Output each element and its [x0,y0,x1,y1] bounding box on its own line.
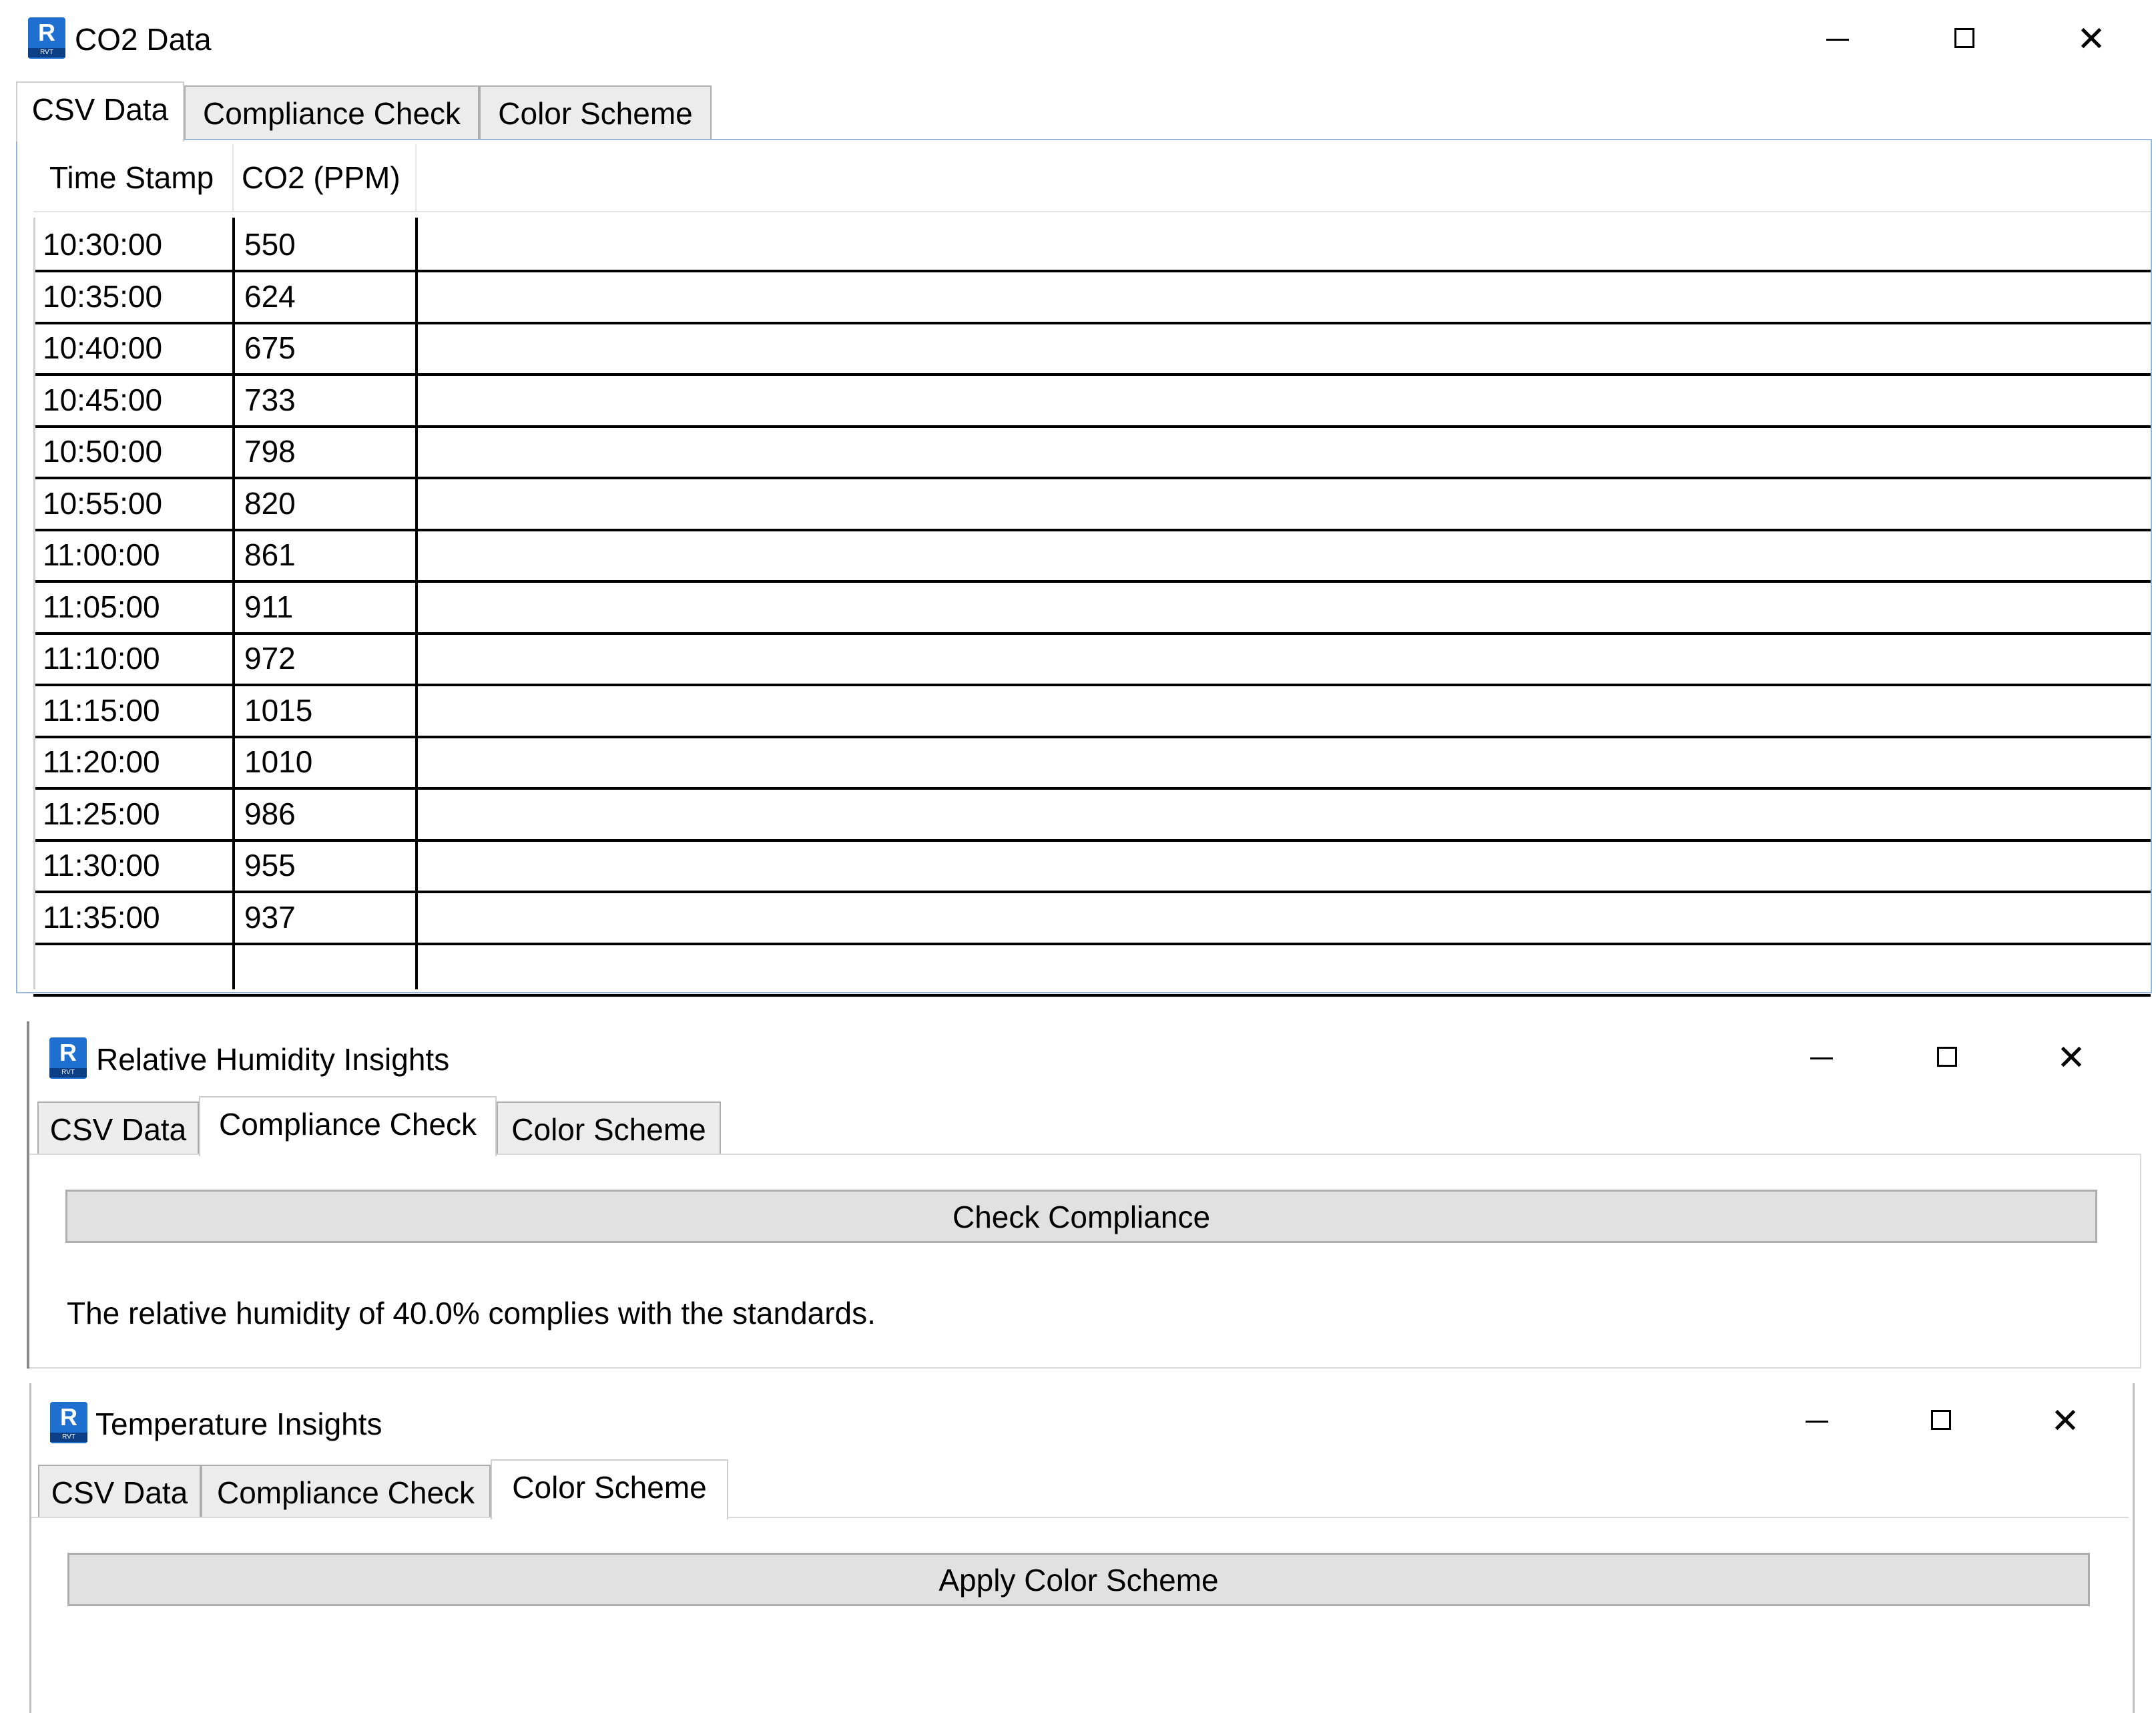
humidity-window: R RVT Relative Humidity Insights ✕ CSV Da… [27,1021,2145,1369]
tab-compliance-check[interactable]: Compliance Check [199,1096,497,1156]
grid-header: Time Stamp CO2 (PPM) [33,144,2151,212]
cell-time-stamp[interactable]: 10:50:00 [33,425,232,477]
table-row[interactable]: 10:55:00 820 [33,477,2151,531]
minimize-icon [1806,1421,1828,1423]
cell-co2-ppm[interactable]: 1015 [235,684,415,736]
cell-co2-ppm[interactable]: 550 [235,218,415,270]
table-row[interactable]: 11:20:00 1010 [33,735,2151,790]
cell-time-stamp[interactable]: 11:25:00 [33,787,232,839]
cell-co2-ppm[interactable]: 820 [235,477,415,529]
maximize-button[interactable] [1924,1035,1970,1081]
cell-time-stamp[interactable]: 11:15:00 [33,684,232,736]
column-divider [33,218,35,989]
compliance-result-message: The relative humidity of 40.0% complies … [67,1296,876,1330]
cell-co2-ppm[interactable]: 937 [235,891,415,943]
cell-time-stamp[interactable]: 10:30:00 [33,218,232,270]
table-row[interactable]: 11:10:00 972 [33,632,2151,686]
co2-title-bar[interactable]: R RVT CO2 Data ✕ [0,0,2156,73]
cell-co2-ppm[interactable]: 955 [235,838,415,891]
close-button[interactable]: ✕ [2042,1398,2089,1445]
table-row[interactable]: 11:15:00 1015 [33,684,2151,738]
minimize-icon [1826,39,1849,41]
tab-color-scheme[interactable]: Color Scheme [491,1459,728,1519]
tab-csv-data[interactable]: CSV Data [16,81,184,142]
maximize-button[interactable] [1918,1398,1964,1445]
cell-co2-ppm[interactable]: 798 [235,425,415,477]
column-header-time-stamp[interactable]: Time Stamp [33,144,234,211]
cell-time-stamp[interactable]: 10:40:00 [33,321,232,373]
window-title: Relative Humidity Insights [96,1042,450,1077]
cell-co2-ppm[interactable]: 1010 [235,735,415,787]
table-row[interactable] [33,942,2151,997]
table-row[interactable]: 10:30:00 550 [33,218,2151,272]
revit-app-icon: R RVT [50,1402,87,1443]
cell-co2-ppm[interactable]: 861 [235,528,415,580]
cell-co2-ppm[interactable]: 972 [235,632,415,684]
tab-color-scheme[interactable]: Color Scheme [497,1102,721,1155]
tab-compliance-check[interactable]: Compliance Check [201,1465,491,1518]
table-row[interactable]: 11:05:00 911 [33,580,2151,635]
minimize-button[interactable] [1794,1398,1840,1445]
table-row[interactable]: 11:00:00 861 [33,528,2151,583]
cell-co2-ppm[interactable]: 624 [235,270,415,322]
grid-rows: 10:30:00 550 10:35:00 624 10:40:00 675 10:45:0… [33,218,2151,997]
window-title: CO2 Data [75,22,212,57]
close-icon: ✕ [2077,19,2106,59]
cell-co2-ppm[interactable]: 733 [235,373,415,425]
minimize-icon [1810,1057,1833,1059]
table-row[interactable]: 11:30:00 955 [33,838,2151,893]
revit-app-icon: R RVT [49,1037,87,1079]
cell-co2-ppm[interactable] [235,942,415,994]
apply-color-scheme-button[interactable]: Apply Color Scheme [67,1553,2090,1606]
close-button[interactable]: ✕ [2068,16,2115,63]
minimize-button[interactable] [1798,1035,1845,1081]
cell-time-stamp[interactable] [33,942,232,994]
cell-time-stamp[interactable]: 11:10:00 [33,632,232,684]
column-header-co2-ppm[interactable]: CO2 (PPM) [234,144,417,211]
tab-csv-data[interactable]: CSV Data [38,1465,201,1518]
close-icon: ✕ [2051,1401,2080,1441]
cell-co2-ppm[interactable]: 675 [235,321,415,373]
minimize-button[interactable] [1814,16,1861,63]
cell-co2-ppm[interactable]: 911 [235,580,415,632]
temperature-window: R RVT Temperature Insights ✕ CSV Data Com… [29,1383,2135,1713]
co2-data-window: R RVT CO2 Data ✕ CSV Data Compliance Chec… [0,0,2156,1008]
column-divider [232,218,235,989]
check-compliance-button[interactable]: Check Compliance [65,1190,2097,1243]
csv-data-panel: Time Stamp CO2 (PPM) 10:30:00 550 10:35:00… [16,139,2152,997]
table-row[interactable]: 11:25:00 986 [33,787,2151,842]
tab-csv-data[interactable]: CSV Data [37,1102,199,1155]
maximize-button[interactable] [1941,16,1988,63]
cell-time-stamp[interactable]: 11:35:00 [33,891,232,943]
tab-compliance-check[interactable]: Compliance Check [184,85,479,139]
table-row[interactable]: 11:35:00 937 [33,891,2151,945]
table-row[interactable]: 10:40:00 675 [33,321,2151,376]
revit-app-icon: R RVT [28,17,65,59]
cell-time-stamp[interactable]: 10:35:00 [33,270,232,322]
window-title: Temperature Insights [95,1407,382,1441]
co2-data-grid[interactable]: Time Stamp CO2 (PPM) 10:30:00 550 10:35:00… [33,144,2151,997]
maximize-icon [1954,28,1974,48]
color-scheme-panel: Apply Color Scheme [31,1517,2129,1713]
compliance-check-panel: Check Compliance The relative humidity o… [29,1154,2141,1369]
cell-time-stamp[interactable]: 11:20:00 [33,735,232,787]
table-row[interactable]: 10:50:00 798 [33,425,2151,479]
cell-co2-ppm[interactable]: 986 [235,787,415,839]
cell-time-stamp[interactable]: 11:00:00 [33,528,232,580]
maximize-icon [1931,1410,1951,1430]
temperature-title-bar[interactable]: R RVT Temperature Insights ✕ [31,1383,2133,1457]
maximize-icon [1937,1047,1957,1067]
cell-time-stamp[interactable]: 10:45:00 [33,373,232,425]
column-divider [415,218,418,989]
cell-time-stamp[interactable]: 11:30:00 [33,838,232,891]
humidity-title-bar[interactable]: R RVT Relative Humidity Insights ✕ [29,1021,2145,1095]
close-icon: ✕ [2057,1038,2086,1078]
cell-time-stamp[interactable]: 11:05:00 [33,580,232,632]
table-row[interactable]: 10:45:00 733 [33,373,2151,428]
cell-time-stamp[interactable]: 10:55:00 [33,477,232,529]
tab-color-scheme[interactable]: Color Scheme [479,85,712,139]
table-row[interactable]: 10:35:00 624 [33,270,2151,324]
close-button[interactable]: ✕ [2048,1035,2095,1081]
